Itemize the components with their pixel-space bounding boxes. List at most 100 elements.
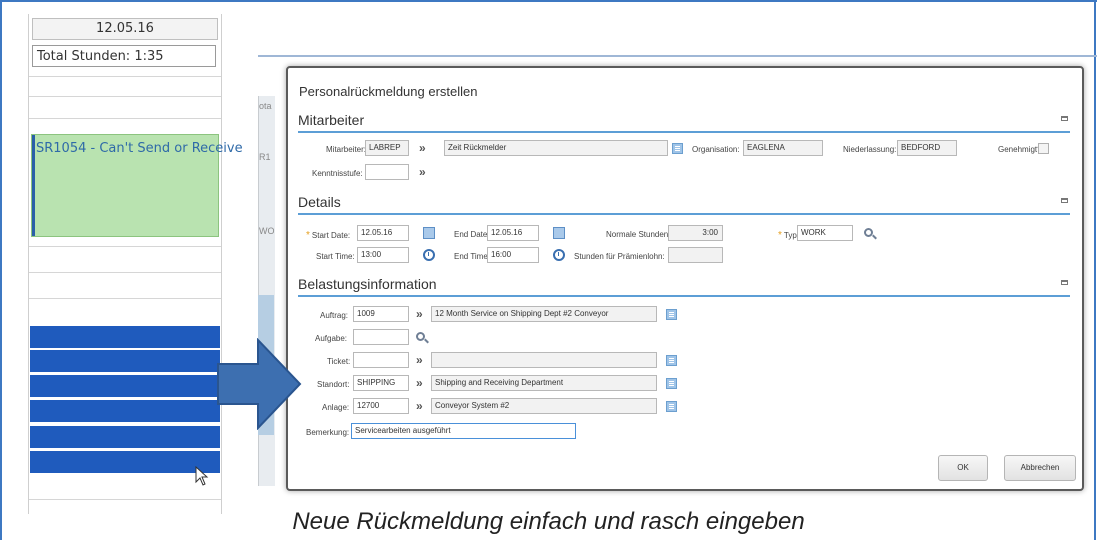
start-time-field[interactable]: 13:00 xyxy=(357,247,409,263)
calendar-event-title: SR1054 - Can't Send or Receive xyxy=(36,141,243,156)
calendar-slot-line xyxy=(29,298,221,299)
anlage-description-field[interactable]: Conveyor System #2 xyxy=(431,398,657,414)
chevron-double-right-icon[interactable]: » xyxy=(416,354,422,366)
personalrueckmeldung-dialog: Personalrückmeldung erstellen Mitarbeite… xyxy=(286,66,1084,491)
standort-field[interactable]: SHIPPING xyxy=(353,375,409,391)
chevron-double-right-icon[interactable]: » xyxy=(416,400,422,412)
calendar-selected-slot[interactable] xyxy=(30,400,220,422)
end-date-field[interactable]: 12.05.16 xyxy=(487,225,539,241)
praemienlohn-field[interactable] xyxy=(668,247,723,263)
section-title: Mitarbeiter xyxy=(298,112,365,128)
niederlassung-label: Niederlassung: xyxy=(843,145,897,154)
niederlassung-field[interactable]: BEDFORD xyxy=(897,140,957,156)
typ-field[interactable]: WORK xyxy=(797,225,853,241)
section-divider xyxy=(298,131,1070,133)
ticket-field[interactable] xyxy=(353,352,409,368)
calendar-slot-line xyxy=(29,499,221,500)
ticket-label: Ticket: xyxy=(327,357,351,366)
start-date-field[interactable]: 12.05.16 xyxy=(357,225,409,241)
background-text: WO xyxy=(259,226,275,236)
collapse-icon[interactable] xyxy=(1061,116,1068,121)
mitarbeiter-label: Mitarbeiter: xyxy=(326,145,367,154)
detail-note-icon[interactable] xyxy=(666,309,677,320)
ticket-description-field[interactable] xyxy=(431,352,657,368)
chevron-double-right-icon[interactable]: » xyxy=(419,142,425,154)
dialog-title: Personalrückmeldung erstellen xyxy=(299,84,478,99)
clock-icon[interactable] xyxy=(423,249,435,261)
section-title: Belastungsinformation xyxy=(298,276,437,292)
calendar-date-header[interactable]: 12.05.16 xyxy=(32,18,218,40)
detail-note-icon[interactable] xyxy=(666,355,677,366)
bemerkung-field[interactable]: Servicearbeiten ausgeführt xyxy=(351,423,576,439)
anlage-field[interactable]: 12700 xyxy=(353,398,409,414)
standort-description-field[interactable]: Shipping and Receiving Department xyxy=(431,375,657,391)
pointer-arrow-graphic xyxy=(217,338,302,430)
start-time-label: Start Time: xyxy=(316,252,355,261)
chevron-double-right-icon[interactable]: » xyxy=(416,377,422,389)
end-time-field[interactable]: 16:00 xyxy=(487,247,539,263)
calendar-selected-slot[interactable] xyxy=(30,375,220,397)
search-icon[interactable] xyxy=(864,228,873,237)
kenntnisstufe-field[interactable] xyxy=(365,164,409,180)
kenntnisstufe-label: Kenntnisstufe: xyxy=(312,169,363,178)
ok-button[interactable]: OK xyxy=(938,455,988,481)
collapse-icon[interactable] xyxy=(1061,198,1068,203)
calendar-total-hours: Total Stunden: 1:35 xyxy=(32,45,216,67)
frame-border-left xyxy=(0,0,2,540)
section-divider xyxy=(298,213,1070,215)
organisation-field[interactable]: EAGLENA xyxy=(743,140,823,156)
calendar-selected-slot[interactable] xyxy=(30,326,220,348)
cancel-button[interactable]: Abbrechen xyxy=(1004,455,1076,481)
organisation-label: Organisation: xyxy=(692,145,740,154)
calendar-selected-slot[interactable] xyxy=(30,451,220,473)
required-marker: * xyxy=(306,230,310,241)
calendar-slot-line xyxy=(29,272,221,273)
calendar-column: 12.05.16 Total Stunden: 1:35 SR1054 - Ca… xyxy=(28,14,243,514)
collapse-icon[interactable] xyxy=(1061,280,1068,285)
start-date-label-text: Start Date: xyxy=(311,231,351,240)
detail-note-icon[interactable] xyxy=(672,143,683,154)
clock-icon[interactable] xyxy=(553,249,565,261)
detail-note-icon[interactable] xyxy=(666,378,677,389)
end-date-label: End Date: xyxy=(454,230,490,239)
normale-stunden-field[interactable]: 3:00 xyxy=(668,225,723,241)
calendar-event[interactable]: SR1054 - Can't Send or Receive xyxy=(31,134,243,237)
auftrag-label: Auftrag: xyxy=(320,311,349,320)
auftrag-field[interactable]: 1009 xyxy=(353,306,409,322)
detail-note-icon[interactable] xyxy=(666,401,677,412)
end-time-label: End Time: xyxy=(454,252,491,261)
genehmigt-checkbox[interactable] xyxy=(1038,143,1049,154)
mitarbeiter-description-field[interactable]: Zeit Rückmelder xyxy=(444,140,668,156)
background-text: R1 xyxy=(259,152,271,162)
frame-border-right xyxy=(1094,0,1096,540)
praemienlohn-label: Stunden für Prämienlohn: xyxy=(574,252,665,261)
mouse-cursor-icon xyxy=(195,466,209,486)
background-header-line xyxy=(258,55,1097,57)
aufgabe-label: Aufgabe: xyxy=(315,334,348,343)
aufgabe-field[interactable] xyxy=(353,329,409,345)
calendar-event-bar xyxy=(32,135,35,236)
typ-label: * Typ: xyxy=(778,230,799,241)
anlage-label: Anlage: xyxy=(322,403,350,412)
calendar-slot-line xyxy=(29,96,221,97)
section-title: Details xyxy=(298,194,341,210)
calendar-selected-slot[interactable] xyxy=(30,426,220,448)
search-icon[interactable] xyxy=(416,332,425,341)
calendar-icon[interactable] xyxy=(423,227,435,239)
auftrag-description-field[interactable]: 12 Month Service on Shipping Dept #2 Con… xyxy=(431,306,657,322)
calendar-slot-line xyxy=(29,76,221,77)
genehmigt-label: Genehmigt? xyxy=(998,145,1042,154)
calendar-slot-line xyxy=(29,246,221,247)
chevron-double-right-icon[interactable]: » xyxy=(419,166,425,178)
chevron-double-right-icon[interactable]: » xyxy=(416,308,422,320)
calendar-selected-slot[interactable] xyxy=(30,350,220,372)
calendar-slot-line xyxy=(29,118,221,119)
bemerkung-label: Bemerkung: xyxy=(306,428,350,437)
start-date-label: * Start Date: xyxy=(306,230,350,241)
frame-border-top xyxy=(0,0,1097,2)
mitarbeiter-field[interactable]: LABREP xyxy=(365,140,409,156)
required-marker: * xyxy=(778,230,782,241)
background-text: ota xyxy=(259,101,272,111)
standort-label: Standort: xyxy=(317,380,350,389)
calendar-icon[interactable] xyxy=(553,227,565,239)
